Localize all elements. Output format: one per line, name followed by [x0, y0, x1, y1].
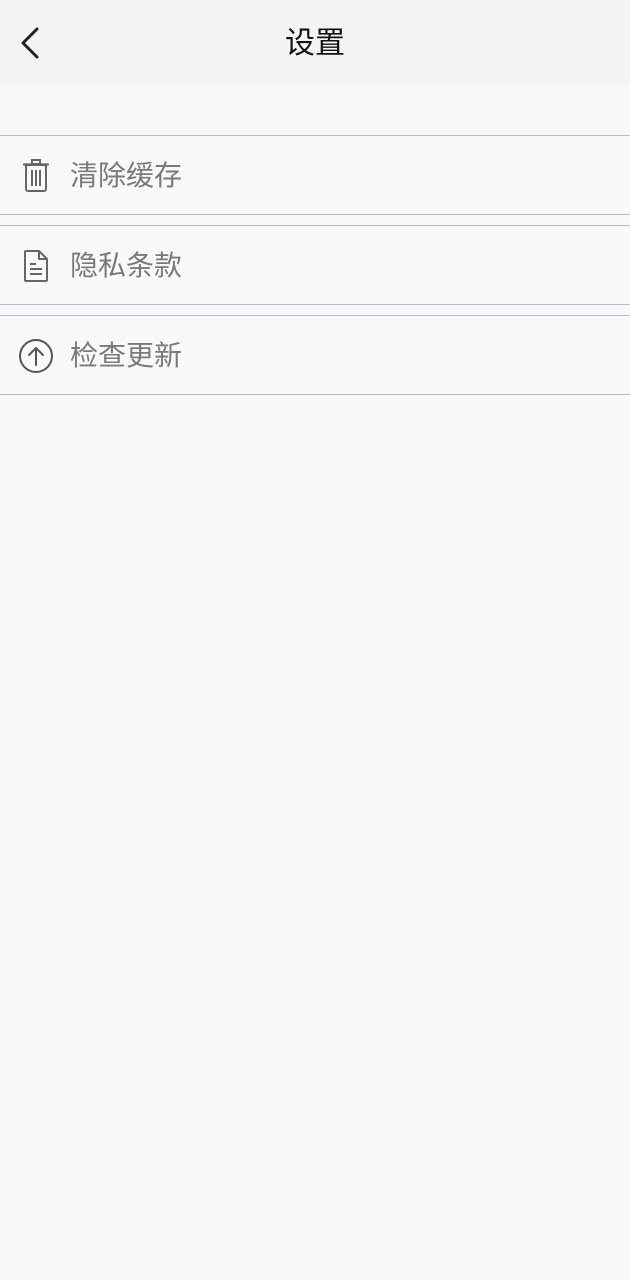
clear-cache-label: 清除缓存	[70, 159, 183, 192]
check-update-item[interactable]: 检查更新	[0, 315, 630, 395]
trash-icon	[18, 158, 54, 194]
page-title: 设置	[285, 26, 345, 61]
arrow-up-circle-icon	[18, 338, 54, 374]
clear-cache-item[interactable]: 清除缓存	[0, 135, 630, 215]
privacy-policy-item[interactable]: 隐私条款	[0, 225, 630, 305]
check-update-label: 检查更新	[70, 339, 183, 372]
privacy-policy-label: 隐私条款	[70, 249, 183, 282]
document-icon	[18, 248, 54, 284]
top-bar: 设置	[0, 0, 630, 86]
